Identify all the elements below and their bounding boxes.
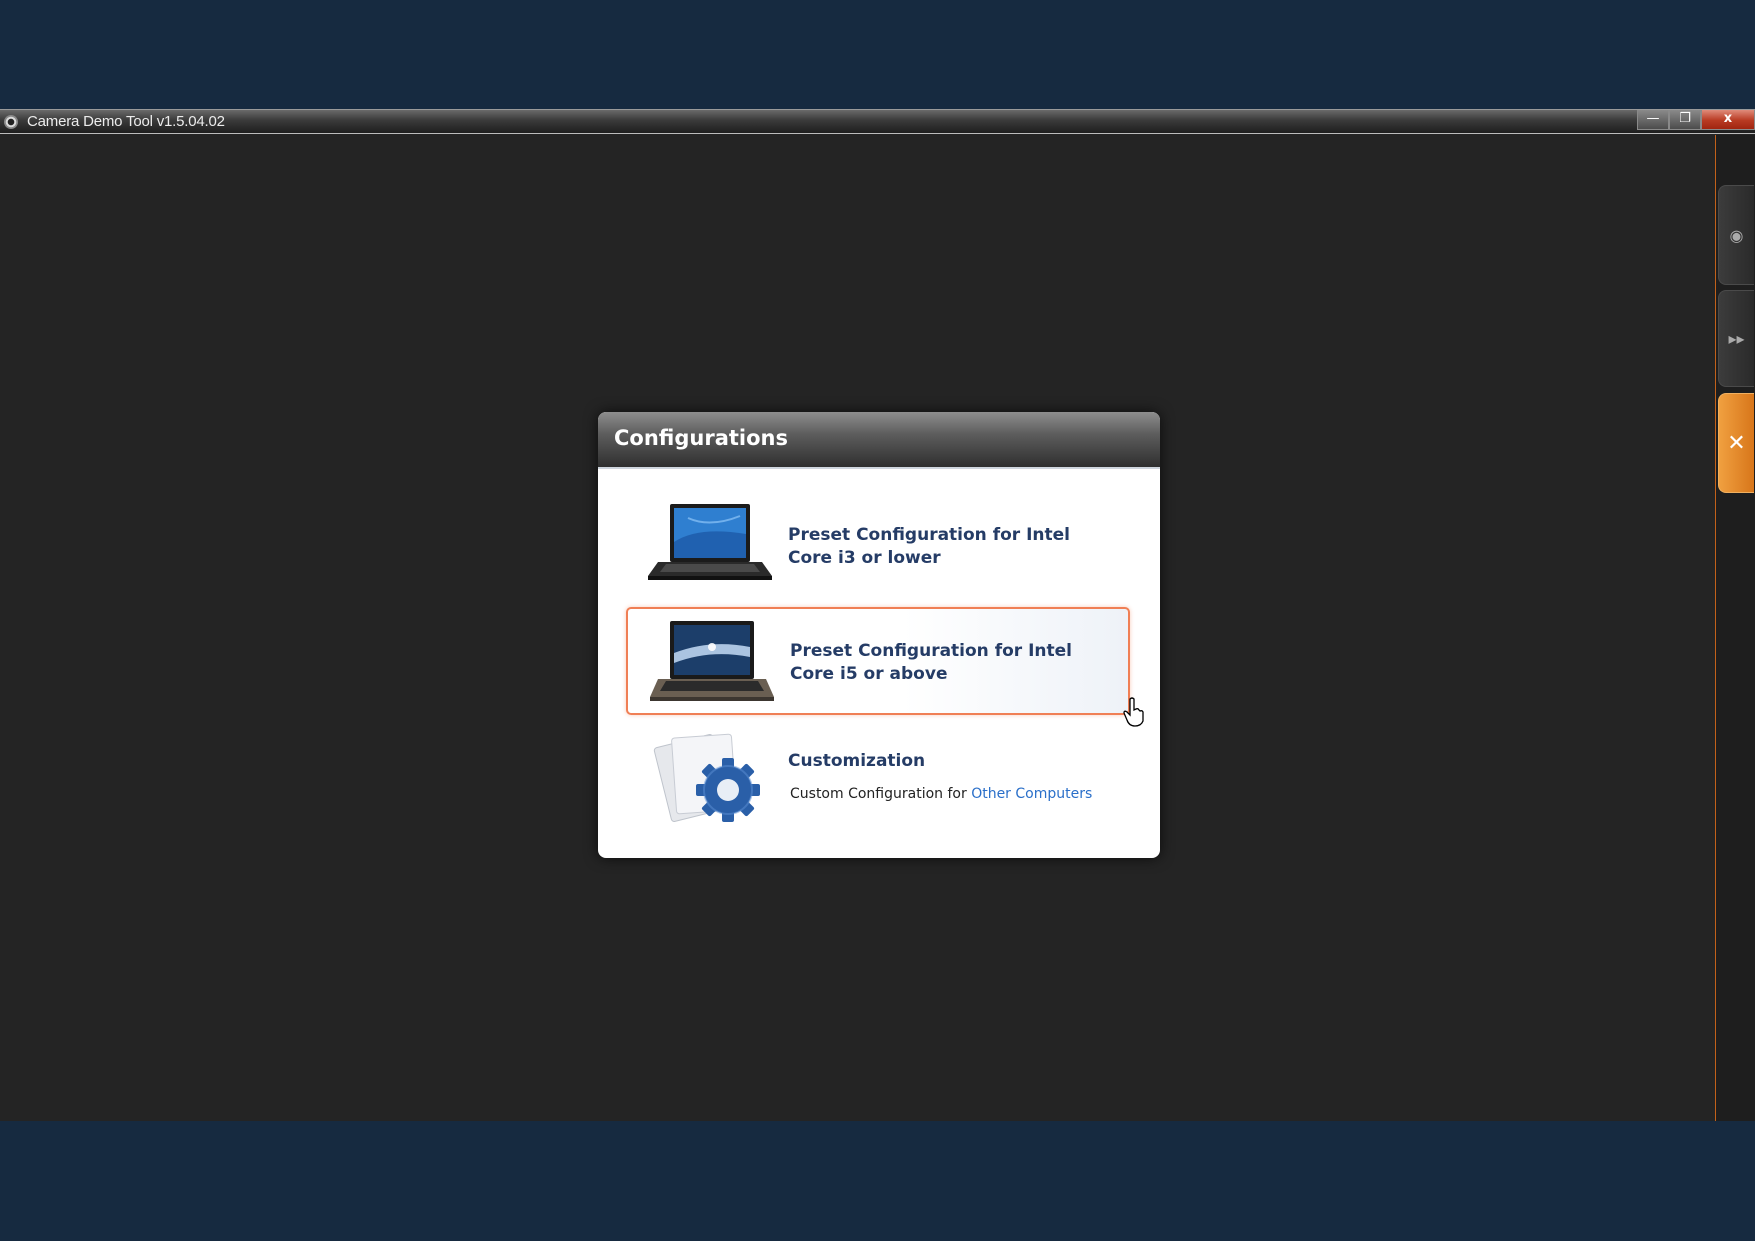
side-tab-preview[interactable]: ◉ xyxy=(1718,185,1754,285)
restore-button[interactable]: ❐ xyxy=(1669,110,1701,130)
fast-forward-icon: ▸▸ xyxy=(1728,329,1745,348)
option-core-i5[interactable]: Preset Configuration for Intel Core i5 o… xyxy=(626,607,1144,727)
dialog-title: Configurations xyxy=(614,426,788,450)
gear-icon xyxy=(653,733,760,822)
other-computers-link[interactable]: Other Computers xyxy=(971,786,1092,802)
configurations-dialog: Configurations Preset Configuration for … xyxy=(598,412,1160,858)
laptop-icon xyxy=(650,621,774,701)
camera-app-icon[interactable] xyxy=(4,115,18,129)
side-tab-playback[interactable]: ▸▸ xyxy=(1718,290,1754,387)
option-sublabel: Custom Configuration for Other Computers xyxy=(790,786,1092,802)
option-label: Preset Configuration for Intel Core i5 o… xyxy=(790,641,1072,684)
title-bar[interactable]: Camera Demo Tool v1.5.04.02 — ❐ x xyxy=(0,109,1755,134)
option-core-i3[interactable]: Preset Configuration for Intel Core i3 o… xyxy=(626,490,1130,598)
tools-icon: ✕ xyxy=(1727,430,1746,456)
eye-icon: ◉ xyxy=(1729,225,1744,245)
option-customization[interactable]: Customization Custom Configuration for O… xyxy=(626,724,1130,832)
window-title: Camera Demo Tool v1.5.04.02 xyxy=(27,113,225,130)
minimize-button[interactable]: — xyxy=(1637,110,1669,130)
sublabel-text: Custom Configuration for xyxy=(790,786,972,802)
hand-cursor-icon xyxy=(1123,697,1144,727)
side-tab-tools[interactable]: ✕ xyxy=(1718,393,1754,493)
option-label: Customization xyxy=(788,751,926,771)
side-panel: ◉ ▸▸ ✕ xyxy=(1715,135,1755,1121)
close-button[interactable]: x xyxy=(1701,110,1755,130)
option-label: Preset Configuration for Intel Core i3 o… xyxy=(788,525,1070,568)
dialog-header: Configurations xyxy=(598,412,1160,469)
window-controls: — ❐ x xyxy=(1637,110,1755,132)
laptop-icon xyxy=(648,504,772,580)
